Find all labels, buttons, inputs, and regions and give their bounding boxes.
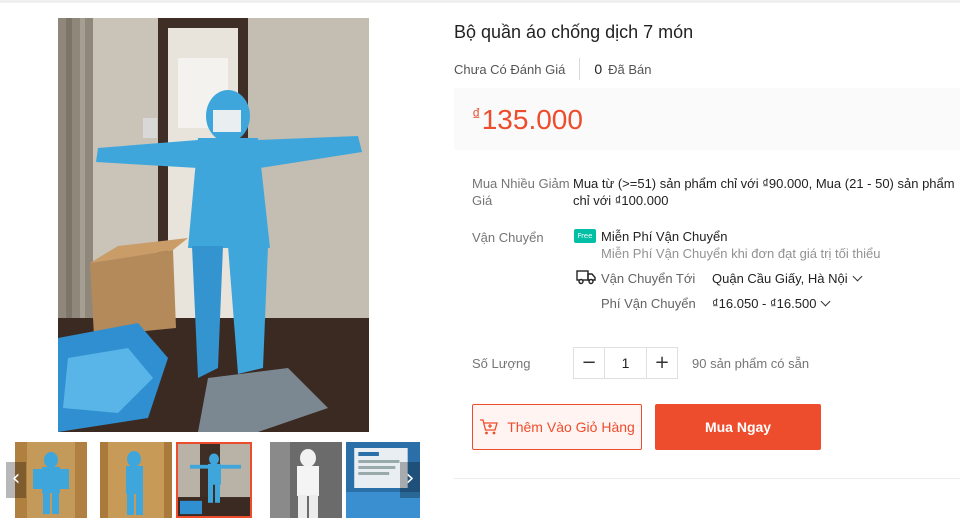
rating-divider bbox=[579, 58, 581, 80]
section-divider bbox=[454, 478, 960, 479]
product-title: Bộ quần áo chống dịch 7 món bbox=[454, 22, 694, 42]
discount-text: Mua từ (>=51) sản phẩm chỉ với ₫90.000, … bbox=[573, 176, 955, 208]
thumbnail-3-illustration bbox=[178, 444, 250, 516]
thumbnail-next-arrow[interactable]: › bbox=[400, 462, 420, 498]
ship-fee-label: Phí Vận Chuyển bbox=[601, 296, 696, 311]
quantity-stepper: − + bbox=[573, 347, 678, 379]
thumbnail-4-illustration bbox=[270, 442, 342, 518]
price: ₫135.000 bbox=[472, 104, 583, 136]
main-product-image[interactable] bbox=[58, 18, 369, 432]
add-to-cart-button[interactable]: Thêm Vào Giỏ Hàng bbox=[472, 404, 642, 450]
free-shipping-title: Miễn Phí Vận Chuyển bbox=[601, 229, 728, 244]
stock-text: 90 sản phẩm có sẵn bbox=[692, 356, 810, 371]
discount-label: Mua Nhiều Giảm Giá bbox=[472, 176, 570, 208]
free-shipping-desc: Miễn Phí Vận Chuyển khi đơn đạt giá trị … bbox=[601, 246, 881, 261]
thumbnail-2-illustration bbox=[100, 442, 172, 518]
chevron-down-icon bbox=[820, 296, 831, 307]
thumbnail-strip: ‹ › bbox=[6, 440, 420, 520]
free-shipping-icon: Free bbox=[574, 229, 596, 243]
top-strip bbox=[0, 0, 960, 3]
chevron-down-icon bbox=[852, 271, 863, 282]
quantity-label: Số Lượng bbox=[472, 356, 531, 371]
rating-text[interactable]: Chưa Có Đánh Giá bbox=[454, 62, 565, 77]
add-to-cart-label: Thêm Vào Giỏ Hàng bbox=[507, 419, 635, 435]
price-value: 135.000 bbox=[481, 104, 583, 135]
ship-to-value: Quận Cầu Giấy, Hà Nội bbox=[712, 271, 848, 286]
ship-fee-dropdown[interactable]: ₫16.050 - ₫16.500 bbox=[712, 295, 831, 312]
thumbnail-prev-arrow[interactable]: ‹ bbox=[6, 462, 26, 498]
add-to-cart-icon bbox=[480, 419, 499, 435]
quantity-increase-button[interactable]: + bbox=[647, 348, 677, 378]
rating-row: Chưa Có Đánh Giá 0 Đã Bán bbox=[454, 58, 652, 80]
ship-to-label: Vận Chuyển Tới bbox=[601, 271, 696, 286]
sold-label: Đã Bán bbox=[608, 61, 652, 77]
truck-icon bbox=[576, 270, 596, 285]
price-box: ₫135.000 bbox=[454, 88, 960, 150]
buy-now-button[interactable]: Mua Ngay bbox=[655, 404, 821, 450]
sold-count: 0 bbox=[594, 61, 603, 77]
thumbnail-4[interactable] bbox=[270, 442, 342, 518]
ship-fee-value: ₫16.050 - ₫16.500 bbox=[712, 296, 817, 311]
price-currency: ₫ bbox=[472, 105, 481, 124]
quantity-input[interactable] bbox=[604, 348, 647, 378]
ship-to-dropdown[interactable]: Quận Cầu Giấy, Hà Nội bbox=[712, 270, 863, 287]
thumbnail-3[interactable] bbox=[176, 442, 252, 518]
main-photo-illustration bbox=[58, 18, 369, 432]
quantity-decrease-button[interactable]: − bbox=[574, 348, 604, 378]
shipping-label: Vận Chuyển bbox=[472, 230, 544, 245]
thumbnail-2[interactable] bbox=[100, 442, 172, 518]
